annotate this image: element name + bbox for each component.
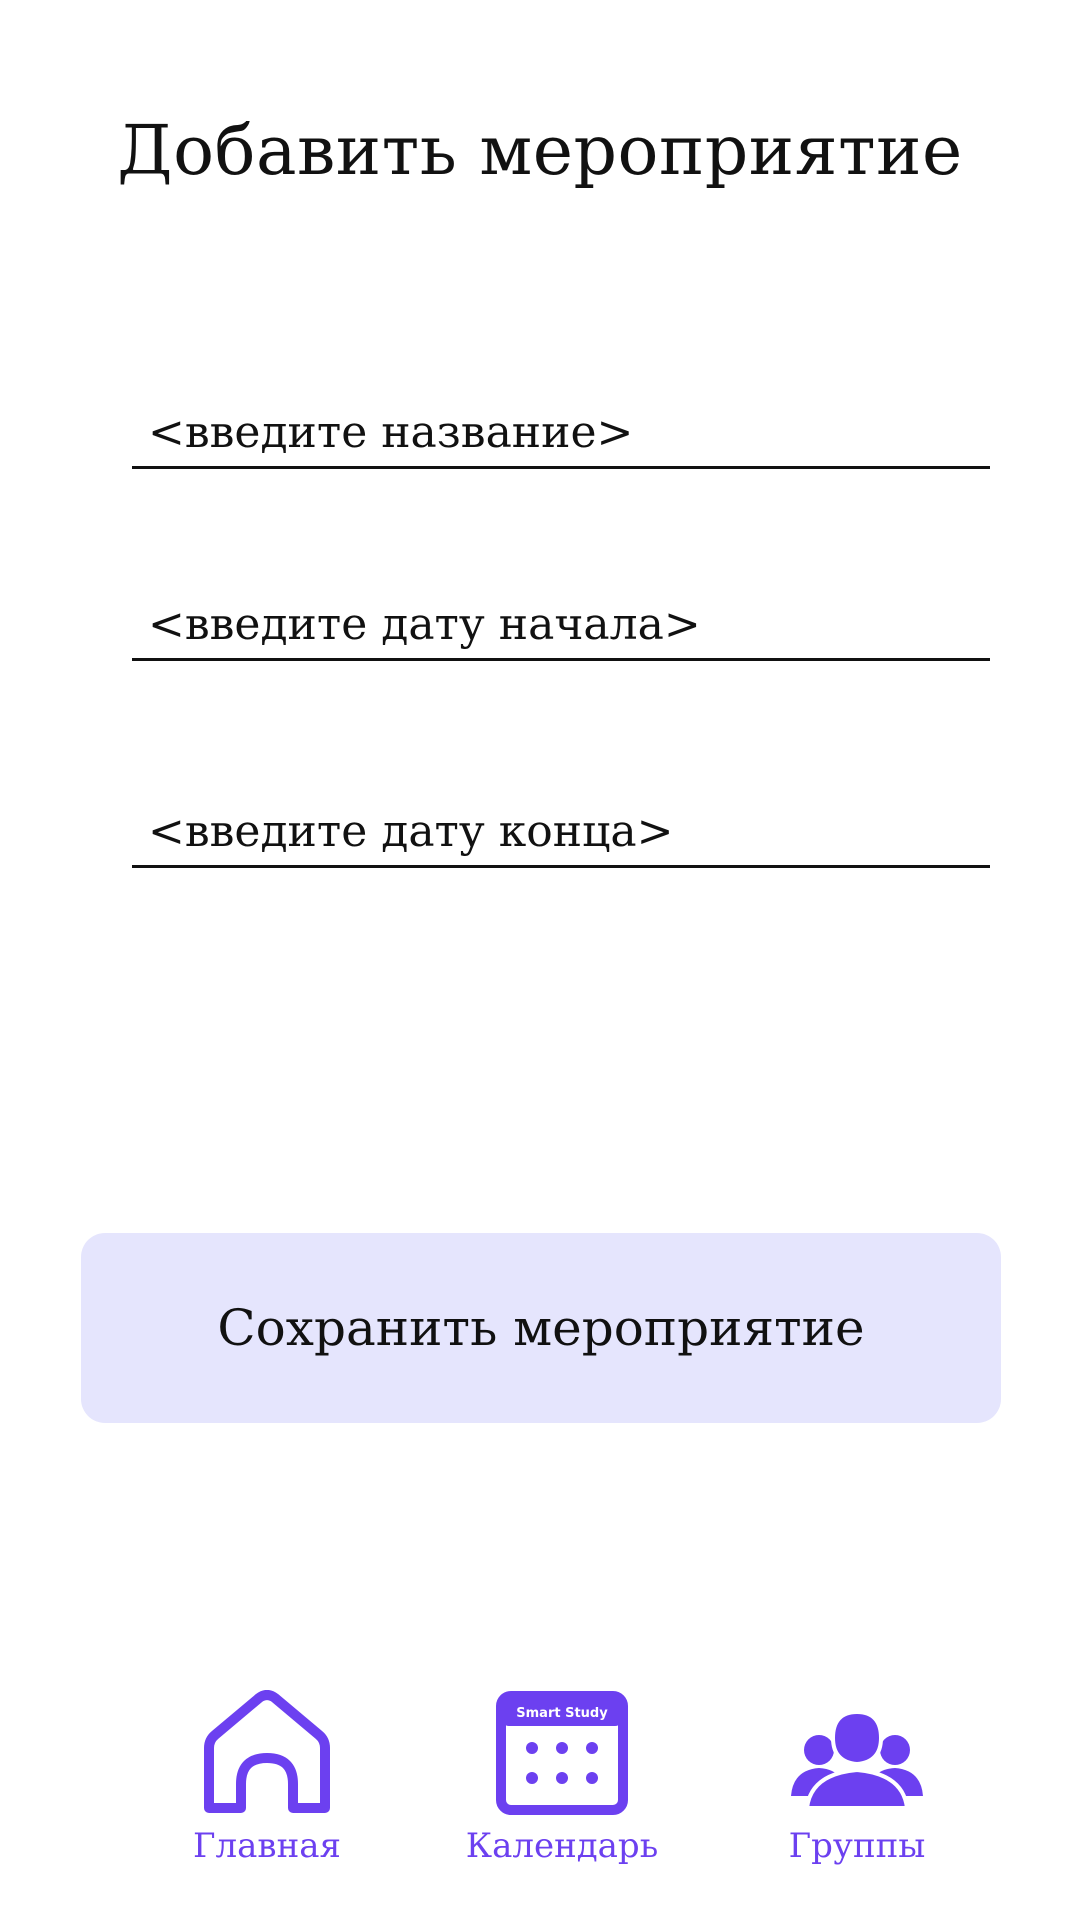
home-icon — [204, 1690, 330, 1813]
event-name-input[interactable] — [132, 398, 990, 466]
event-name-field — [132, 398, 990, 469]
end-date-field — [132, 797, 990, 868]
nav-item-calendar[interactable]: Smart Study Календарь — [442, 1690, 682, 1890]
bottom-navigation: Главная Smart Study Календарь Группы — [0, 1690, 1080, 1890]
page-title: Добавить мероприятие — [117, 112, 963, 191]
start-date-input[interactable] — [132, 590, 990, 658]
end-date-input[interactable] — [132, 797, 990, 865]
nav-item-groups[interactable]: Группы — [737, 1690, 977, 1890]
calendar-icon-text: Smart Study — [516, 1706, 608, 1721]
nav-item-home[interactable]: Главная — [147, 1690, 387, 1890]
start-date-field — [132, 590, 990, 661]
nav-label-groups: Группы — [788, 1826, 926, 1866]
groups-icon — [791, 1709, 923, 1810]
calendar-icon: Smart Study — [496, 1691, 628, 1815]
save-event-button[interactable]: Сохранить мероприятие — [81, 1233, 1001, 1423]
nav-label-home: Главная — [193, 1826, 341, 1866]
nav-label-calendar: Календарь — [465, 1826, 659, 1866]
